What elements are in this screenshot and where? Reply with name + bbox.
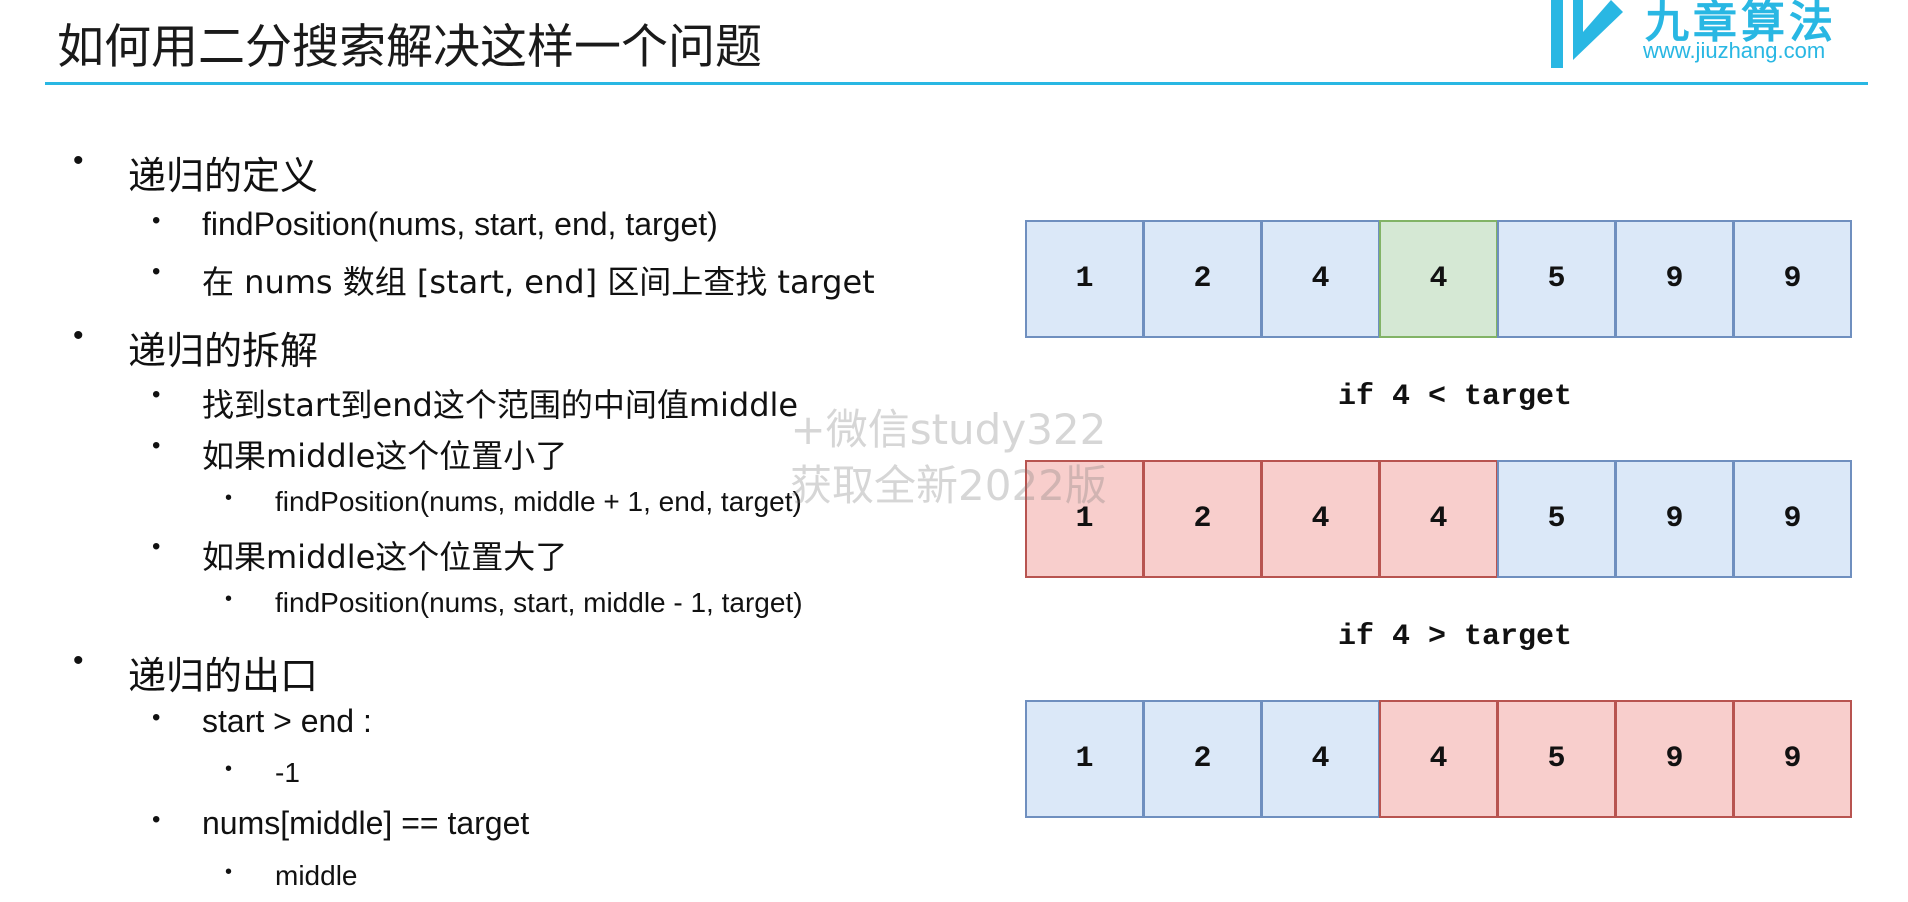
bullet-dot: • [225,487,233,509]
watermark: +微信study322 获取全新2022版 [790,402,1107,514]
array-row: 1244599 [1025,460,1852,578]
bullet-dot: • [225,588,233,610]
list-item-text: nums[middle] == target [202,805,530,841]
array-cell: 5 [1497,220,1616,338]
array-row: 1244599 [1025,220,1852,338]
array-row: 1244599 [1025,700,1852,818]
logo-url: www.jiuzhang.com [1643,38,1826,63]
bullet-dot: • [152,704,161,731]
bullet-dot: • [225,758,233,780]
array-cell: 2 [1143,460,1262,578]
array-cell: 1 [1025,700,1144,818]
bullet-dot: • [152,533,161,560]
list-item-text: 在 nums 数组 [start, end] 区间上查找 target [202,263,875,301]
list-subitem-text: -1 [275,757,300,788]
list-item-text: 如果middle这个位置大了 [202,538,568,576]
bullet-dot: • [152,381,161,408]
array-cell: 4 [1379,700,1498,818]
array-cell: 5 [1497,700,1616,818]
array-cell: 4 [1261,700,1380,818]
condition-less-than: if 4 < target [1337,380,1573,414]
array-cell: 9 [1733,460,1852,578]
bullet-label: 递归的拆解 [128,329,319,373]
list-subitem-text: findPosition(nums, middle + 1, end, targ… [275,486,802,517]
array-cell: 9 [1733,220,1852,338]
bullet-dot: • [225,861,233,883]
array-cell: 9 [1733,700,1852,818]
bullet-dot: • [152,806,161,833]
bullet-dot: • [152,258,161,285]
bullet-dot: • [152,432,161,459]
array-cell: 9 [1615,700,1734,818]
watermark-line: +微信study322 [790,405,1107,454]
array-cell: 4 [1261,460,1380,578]
list-item-text: start > end : [202,703,372,739]
bullet-dot: • [73,144,84,177]
logo-mark-icon [1551,0,1623,68]
array-cell: 4 [1261,220,1380,338]
list-item-text: 如果middle这个位置小了 [202,437,568,475]
bullet-dot: • [152,207,161,234]
array-cell: 2 [1143,220,1262,338]
list-item-text: 找到start到end这个范围的中间值middle [202,386,799,424]
array-cell: 5 [1497,460,1616,578]
title-underline [45,82,1868,85]
array-cell: 9 [1615,460,1734,578]
array-cell: 4 [1379,220,1498,338]
array-cell: 9 [1615,220,1734,338]
condition-greater-than: if 4 > target [1337,620,1573,654]
watermark-line: 获取全新2022版 [790,461,1107,510]
jiuzhang-logo: 九章算法 www.jiuzhang.com [1545,0,1885,75]
page-title: 如何用二分搜索解决这样一个问题 [57,20,762,75]
array-cell: 4 [1379,460,1498,578]
bullet-label: 递归的出口 [128,654,319,698]
list-subitem-text: middle [275,860,358,891]
bullet-dot: • [73,644,84,677]
bullet-label: 递归的定义 [128,154,319,198]
array-cell: 2 [1143,700,1262,818]
bullet-dot: • [73,319,84,352]
array-cell: 1 [1025,220,1144,338]
list-subitem-text: findPosition(nums, start, middle - 1, ta… [275,587,803,618]
list-item-text: findPosition(nums, start, end, target) [202,206,718,242]
